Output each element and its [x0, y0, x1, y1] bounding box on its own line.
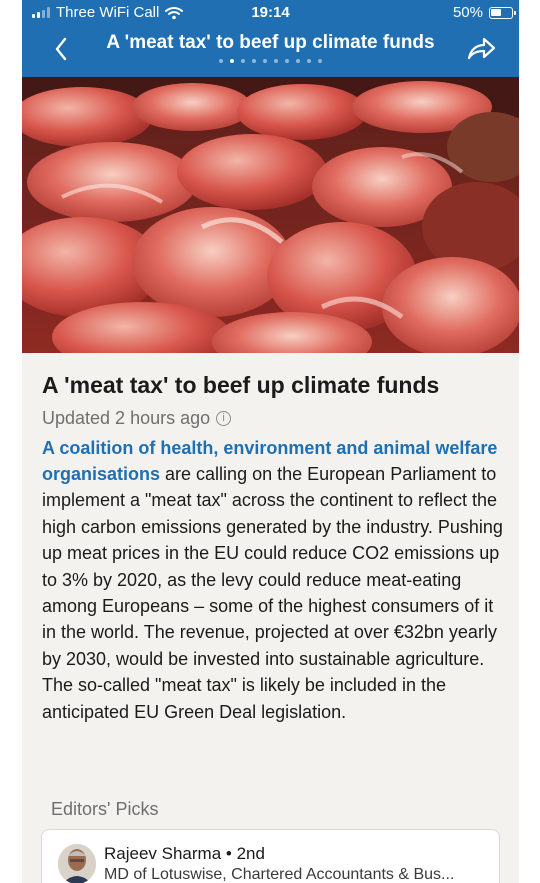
avatar[interactable]	[58, 844, 96, 883]
article-content: A 'meat tax' to beef up climate funds Up…	[42, 372, 504, 725]
page-dot	[219, 59, 223, 63]
author-name[interactable]: Rajeev Sharma	[104, 844, 221, 863]
battery-icon	[489, 6, 516, 19]
page-dot	[307, 59, 311, 63]
page-dot	[296, 59, 300, 63]
page-dot	[285, 59, 289, 63]
header-bar: Three WiFi Call 19:14 50% A 'meat tax' t…	[22, 0, 519, 77]
page-dot	[241, 59, 245, 63]
battery-percent: 50%	[452, 4, 483, 21]
page-dot	[274, 59, 278, 63]
updated-label: Updated 2 hours ago	[42, 407, 211, 428]
article-meta: Updated 2 hours ago i	[42, 408, 504, 429]
page-dot	[252, 59, 256, 63]
post-author: Rajeev Sharma • 2nd	[104, 844, 265, 864]
editors-pick-card[interactable]: Rajeev Sharma • 2nd MD of Lotuswise, Cha…	[41, 829, 500, 883]
page-dot	[230, 59, 234, 63]
meat-counter-photo	[22, 77, 519, 353]
battery-group: 50%	[452, 4, 516, 21]
article-screen: Three WiFi Call 19:14 50% A 'meat tax' t…	[22, 0, 519, 883]
article-body-text: are calling on the European Parliament t…	[42, 464, 503, 722]
page-dot	[318, 59, 322, 63]
author-headline: MD of Lotuswise, Chartered Accountants &…	[104, 866, 455, 883]
nav-bar: A 'meat tax' to beef up climate funds	[22, 26, 519, 77]
article-headline: A 'meat tax' to beef up climate funds	[42, 372, 440, 398]
article-body: A coalition of health, environment and a…	[42, 435, 504, 725]
nav-title: A 'meat tax' to beef up climate funds	[106, 32, 435, 53]
chevron-left-icon	[55, 37, 67, 61]
status-bar: Three WiFi Call 19:14 50%	[22, 0, 519, 26]
clock: 19:14	[251, 4, 290, 21]
editors-picks-heading: Editors' Picks	[51, 799, 159, 819]
info-icon[interactable]: i	[216, 410, 232, 426]
page-indicator	[22, 59, 519, 63]
page-dot	[263, 59, 267, 63]
connection-degree: • 2nd	[225, 844, 265, 863]
